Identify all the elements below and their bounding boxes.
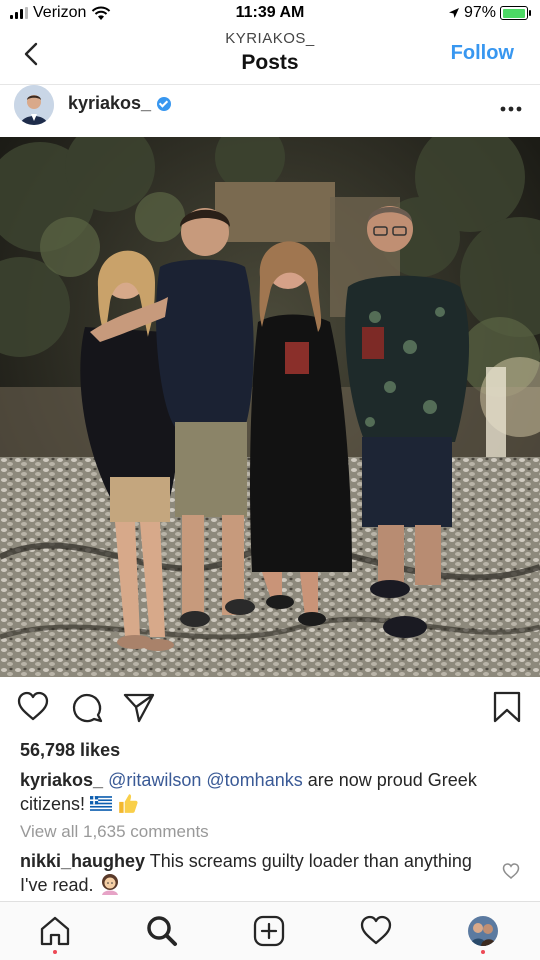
woman-shrugging-icon <box>101 874 118 895</box>
post-username[interactable]: kyriakos_ <box>68 93 172 114</box>
search-icon[interactable] <box>145 914 179 948</box>
comment-item: nikki_haughey This screams guilty loader… <box>20 850 490 897</box>
likes-count[interactable]: 56,798 likes <box>20 740 120 761</box>
follow-button[interactable]: Follow <box>451 42 514 65</box>
mention-ritawilson[interactable]: @ritawilson <box>108 770 201 790</box>
view-all-comments-link[interactable]: View all 1,635 comments <box>20 822 209 842</box>
greek-flag-icon <box>90 796 113 811</box>
tab-bar <box>0 901 540 960</box>
battery-fill <box>502 8 525 18</box>
status-bar: Verizon 11:39 AM 97% <box>0 0 540 28</box>
activity-icon[interactable] <box>359 914 393 948</box>
battery-percent: 97% <box>463 4 496 21</box>
verified-badge-icon <box>157 96 172 111</box>
caption-username[interactable]: kyriakos_ <box>20 770 103 790</box>
mention-tomhanks[interactable]: @tomhanks <box>206 770 302 790</box>
profile-icon[interactable] <box>468 916 498 946</box>
status-right: 97% <box>448 4 531 22</box>
avatar[interactable] <box>14 85 54 125</box>
action-bar <box>0 688 540 728</box>
home-notification-dot <box>53 950 57 954</box>
comment-username[interactable]: nikki_haughey <box>20 851 145 871</box>
username-text[interactable]: kyriakos_ <box>68 93 151 114</box>
more-dots-icon[interactable] <box>500 95 522 118</box>
comment-like-heart-icon[interactable] <box>502 862 520 880</box>
comment-icon[interactable] <box>70 690 104 724</box>
battery-icon <box>500 6 531 20</box>
profile-notification-dot <box>481 950 485 954</box>
add-icon[interactable] <box>252 914 286 948</box>
bookmark-icon[interactable] <box>490 690 524 724</box>
thumbs-up-icon <box>119 794 138 813</box>
location-arrow-icon <box>448 8 459 18</box>
heart-icon[interactable] <box>16 690 50 724</box>
share-icon[interactable] <box>122 690 156 724</box>
home-icon[interactable] <box>38 914 72 948</box>
post-header: kyriakos_ <box>0 84 540 136</box>
nav-header: KYRIAKOS_ Posts Follow <box>0 28 540 84</box>
post-photo[interactable] <box>0 137 540 677</box>
caption: kyriakos_ @ritawilson @tomhanks are now … <box>20 768 520 816</box>
